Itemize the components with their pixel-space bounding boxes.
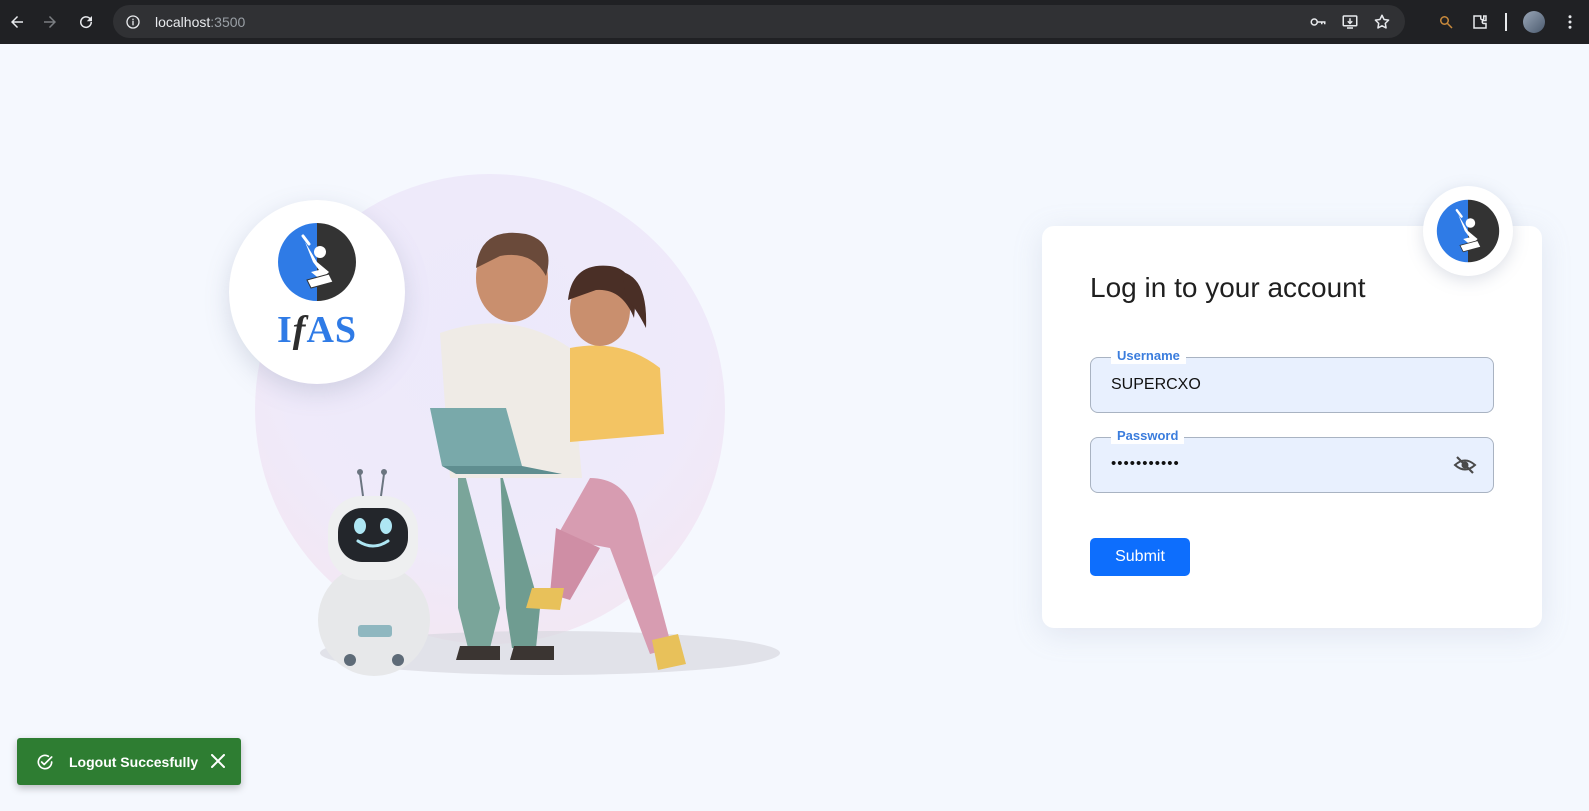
password-field[interactable]: Password ••••••••••• [1090,428,1494,493]
username-field[interactable]: Username SUPERCXO [1090,348,1494,413]
toggle-password-visibility-icon[interactable] [1453,453,1477,477]
password-label: Password [1111,428,1185,444]
ifas-logo-badge: IfAS [229,200,405,384]
check-circle-icon [37,754,53,770]
site-info-icon[interactable] [125,14,141,30]
bookmark-star-icon[interactable] [1373,13,1391,31]
toolbar-separator [1505,12,1507,31]
card-logo-badge [1423,186,1513,276]
ifas-emblem-icon [1436,199,1500,263]
robot-icon [318,469,430,676]
password-value: ••••••••••• [1111,455,1180,472]
close-icon[interactable] [211,754,225,768]
reload-icon[interactable] [69,5,103,39]
address-bar[interactable]: localhost:3500 [113,5,1405,38]
forward-icon[interactable] [33,5,67,39]
install-app-icon[interactable] [1341,13,1359,31]
logout-toast: Logout Succesfully [17,738,241,785]
back-icon[interactable] [0,5,34,39]
username-value: SUPERCXO [1111,376,1201,393]
submit-button[interactable]: Submit [1090,538,1190,576]
url-text: localhost:3500 [155,13,246,30]
extension-puzzle-small-icon[interactable] [1437,13,1455,31]
ifas-wordmark: IfAS [276,309,358,351]
menu-kebab-icon[interactable] [1561,13,1579,31]
login-card: Log in to your account Username SUPERCXO… [1042,226,1542,628]
username-label: Username [1111,348,1186,364]
login-title: Log in to your account [1090,272,1366,303]
password-key-icon[interactable] [1309,13,1327,31]
extensions-icon[interactable] [1471,13,1489,31]
toast-message: Logout Succesfully [69,753,199,770]
ifas-emblem-icon [278,223,356,301]
browser-toolbar: localhost:3500 [0,0,1589,44]
profile-avatar[interactable] [1523,10,1545,33]
